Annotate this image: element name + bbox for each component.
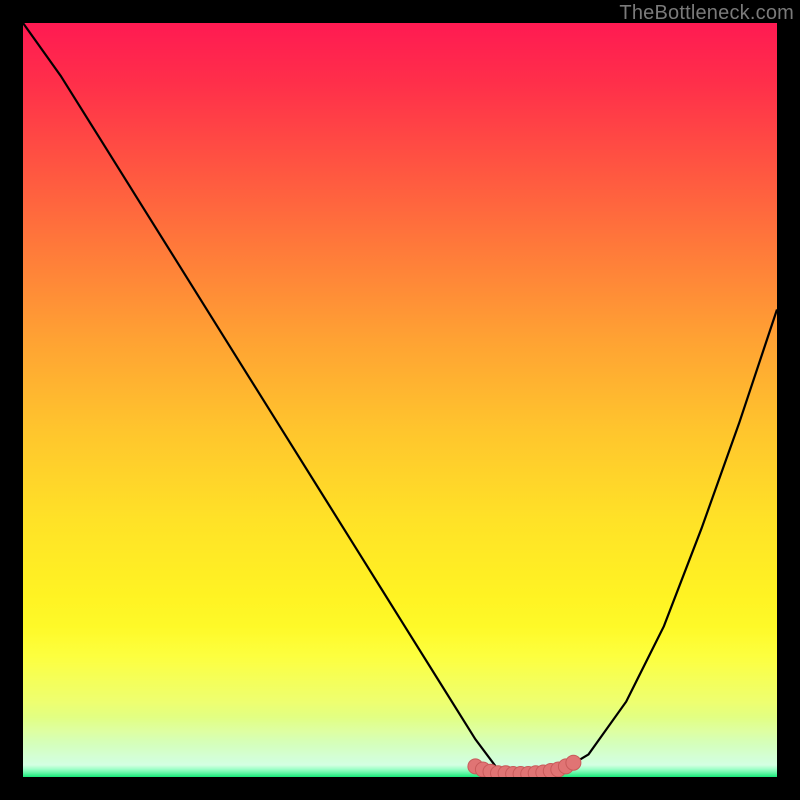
plot-area <box>23 23 777 777</box>
chart-frame: TheBottleneck.com <box>0 0 800 800</box>
curve-layer <box>23 23 777 777</box>
bottom-marker-cluster <box>468 755 581 777</box>
bottleneck-curve <box>23 23 777 777</box>
chart-svg <box>23 23 777 777</box>
watermark-text: TheBottleneck.com <box>619 2 794 25</box>
marker-dot <box>566 755 581 770</box>
